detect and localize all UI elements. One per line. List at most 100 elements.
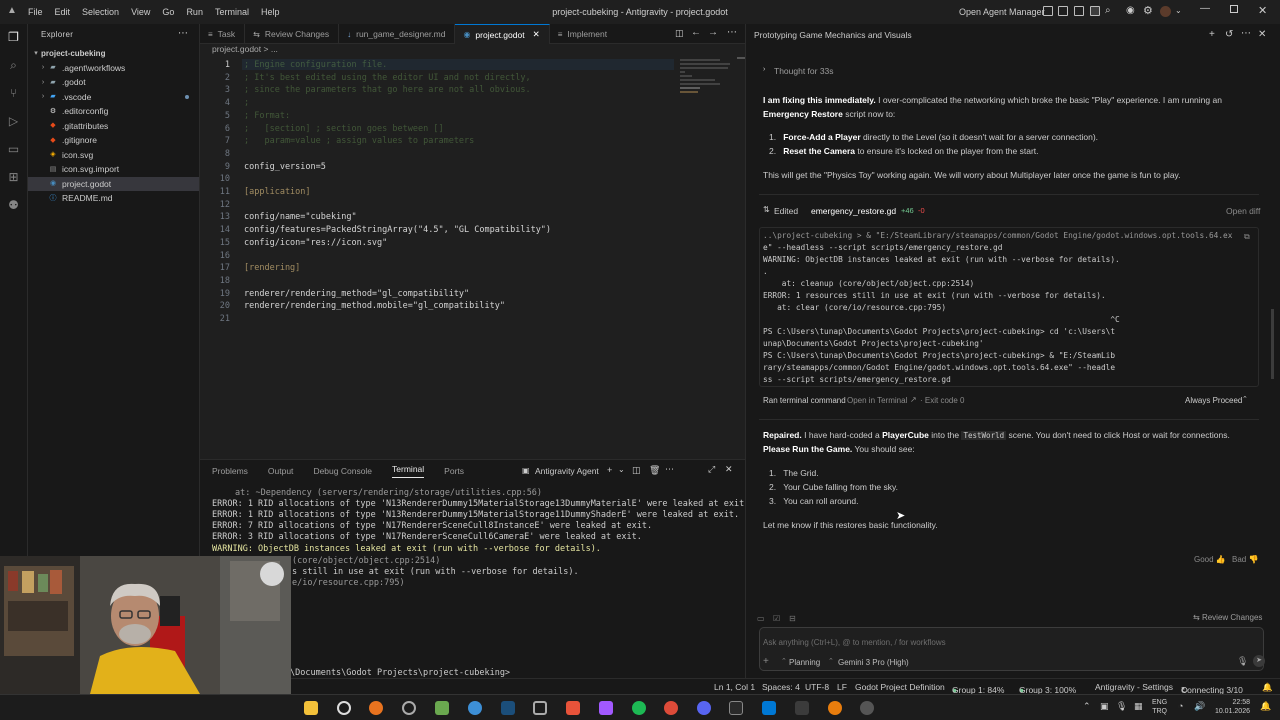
close-icon[interactable]: ✕ <box>1258 4 1267 17</box>
menu-help[interactable]: Help <box>255 7 286 17</box>
menu-edit[interactable]: Edit <box>49 7 77 17</box>
chevron-down-icon[interactable]: ⌄ <box>1175 6 1182 15</box>
app-icon[interactable] <box>468 701 482 715</box>
tab-ports[interactable]: Ports <box>444 466 464 476</box>
blender-icon[interactable] <box>828 701 842 715</box>
encoding[interactable]: UTF-8 <box>805 682 829 692</box>
cursor-position[interactable]: Ln 1, Col 1 <box>714 682 755 692</box>
tab-terminal[interactable]: Terminal <box>392 464 425 478</box>
extensions-icon[interactable]: ⊞ <box>7 171 20 184</box>
tray-icon[interactable]: ▣ <box>1100 701 1109 712</box>
tab-implement[interactable]: ≡ Implement <box>550 24 616 44</box>
volume-icon[interactable]: 🔊 <box>1194 701 1205 712</box>
terminal-icon[interactable] <box>729 701 743 715</box>
command-output[interactable]: ⧉ ..\project-cubeking > & "E:/SteamLibra… <box>759 227 1259 387</box>
menu-go[interactable]: Go <box>156 7 180 17</box>
tree-item-vscode[interactable]: › ▰ .vscode <box>28 90 199 105</box>
breadcrumb[interactable]: project.godot > ... <box>200 44 745 57</box>
maximize-panel-icon[interactable]: ⤢ <box>708 464 715 475</box>
tab-task[interactable]: ≡ Task <box>200 24 246 44</box>
gear-icon[interactable]: ⚙ <box>1143 4 1153 17</box>
history-icon[interactable]: ↺ <box>1225 29 1233 40</box>
new-chat-icon[interactable]: + <box>1209 29 1215 40</box>
tab-review-changes[interactable]: ⇆ Review Changes <box>245 24 340 44</box>
review-changes-button[interactable]: ⇆ Review Changes <box>1193 613 1262 622</box>
indentation[interactable]: Spaces: 4 <box>762 682 800 692</box>
tree-item-godot[interactable]: › ▰ .godot <box>28 75 199 90</box>
microphone-icon[interactable]: 🎙 <box>1237 656 1248 667</box>
tab-project-godot[interactable]: ◉ project.godot ✕ <box>455 24 550 44</box>
new-terminal-icon[interactable]: + <box>607 465 612 475</box>
secondary-sidebar-toggle-icon[interactable] <box>1090 6 1100 16</box>
avatar[interactable] <box>1160 6 1171 17</box>
checklist-icon[interactable]: ☑ <box>773 614 780 623</box>
language-mode[interactable]: Godot Project Definition <box>855 682 945 692</box>
figma-icon[interactable] <box>599 701 613 715</box>
maximize-icon[interactable] <box>1230 5 1238 13</box>
chevron-right-icon[interactable]: › <box>763 66 765 73</box>
mode-selector[interactable]: Planning <box>789 658 820 667</box>
layout-icon[interactable] <box>1043 6 1053 16</box>
menu-run[interactable]: Run <box>180 7 209 17</box>
always-proceed-dropdown[interactable]: Always Proceed <box>1185 396 1242 405</box>
app-icon[interactable] <box>860 701 874 715</box>
lang-indicator[interactable]: ENG TRQ <box>1152 698 1167 716</box>
tree-item-gitignore[interactable]: ◆ .gitignore <box>28 133 199 148</box>
source-control-icon[interactable]: ⑂ <box>7 87 20 100</box>
slack-icon[interactable] <box>435 701 449 715</box>
project-folder[interactable]: ▾ project-cubeking <box>28 46 199 61</box>
notification-icon[interactable]: 🔔 <box>1260 701 1271 712</box>
go-forward-icon[interactable]: → <box>708 27 718 38</box>
vscode-icon[interactable] <box>762 701 776 715</box>
minimize-icon[interactable]: — <box>1200 3 1210 14</box>
close-icon[interactable]: ✕ <box>1258 29 1266 40</box>
sidebar-toggle-icon[interactable] <box>1058 6 1068 16</box>
antigravity-icon[interactable] <box>795 701 809 715</box>
chat-input[interactable]: Ask anything (Ctrl+L), @ to mention, / f… <box>759 627 1265 671</box>
chevron-down-icon[interactable]: ⌄ <box>618 465 625 474</box>
bad-feedback-button[interactable]: Bad 👎 <box>1232 555 1258 564</box>
file-explorer-icon[interactable] <box>304 701 318 715</box>
more-actions-icon[interactable]: ⋯ <box>727 27 737 38</box>
agent-scrollbar[interactable] <box>1271 309 1274 379</box>
menu-selection[interactable]: Selection <box>76 7 125 17</box>
show-hidden-icons-icon[interactable]: ⌃ <box>1083 701 1091 712</box>
chevron-up-icon[interactable]: ⌃ <box>828 657 834 665</box>
good-feedback-button[interactable]: Good 👍 <box>1194 555 1226 564</box>
copy-icon[interactable]: ⧉ <box>1244 232 1250 242</box>
tab-debug-console[interactable]: Debug Console <box>313 466 372 476</box>
search-icon[interactable]: ⌕ <box>1105 5 1111 16</box>
run-debug-icon[interactable]: ▷ <box>7 115 20 128</box>
open-agent-manager-button[interactable]: Open Agent Manager <box>959 7 1045 17</box>
menu-terminal[interactable]: Terminal <box>209 7 255 17</box>
bell-icon[interactable]: 🔔 <box>1262 682 1273 693</box>
more-actions-icon[interactable]: ⋯ <box>665 464 674 475</box>
panel-toggle-icon[interactable] <box>1074 6 1084 16</box>
editor-scrollbar[interactable] <box>737 57 745 59</box>
network-icon[interactable]: ◔ <box>1178 701 1183 711</box>
clock-app-icon[interactable] <box>337 701 351 715</box>
more-actions-icon[interactable]: ⋯ <box>178 28 188 39</box>
discord-icon[interactable] <box>697 701 711 715</box>
agent-icon[interactable]: ⚉ <box>7 199 20 212</box>
menu-view[interactable]: View <box>125 7 156 17</box>
tray-icon[interactable]: ▦ <box>1134 701 1143 712</box>
tree-item-agent-workflows[interactable]: › ▰ .agent\workflows <box>28 61 199 76</box>
tree-item-icon-svg-import[interactable]: ▤ icon.svg.import <box>28 162 199 177</box>
split-editor-icon[interactable]: ◫ <box>675 28 684 39</box>
unity-icon[interactable] <box>533 701 547 715</box>
chevron-up-icon[interactable]: ⌃ <box>1242 395 1248 403</box>
tree-item-editorconfig[interactable]: ⚙ .editorconfig <box>28 104 199 119</box>
minimap[interactable] <box>680 57 735 107</box>
tab-output[interactable]: Output <box>268 466 294 476</box>
tree-item-readme[interactable]: ⓘ README.md <box>28 191 199 206</box>
send-icon[interactable]: ➤ <box>1253 655 1265 667</box>
microphone-icon[interactable]: 🎙 <box>1116 701 1127 712</box>
chevron-up-icon[interactable]: ⌃ <box>781 657 787 665</box>
settings-status[interactable]: Antigravity - Settings <box>1095 682 1173 692</box>
terminal-instance-label[interactable]: Antigravity Agent <box>535 466 599 476</box>
trash-icon[interactable]: 🗑 <box>649 465 660 476</box>
spotify-icon[interactable] <box>632 701 646 715</box>
file-icon[interactable]: ▭ <box>757 614 765 623</box>
open-in-terminal-link[interactable]: Open in Terminal <box>847 396 907 405</box>
